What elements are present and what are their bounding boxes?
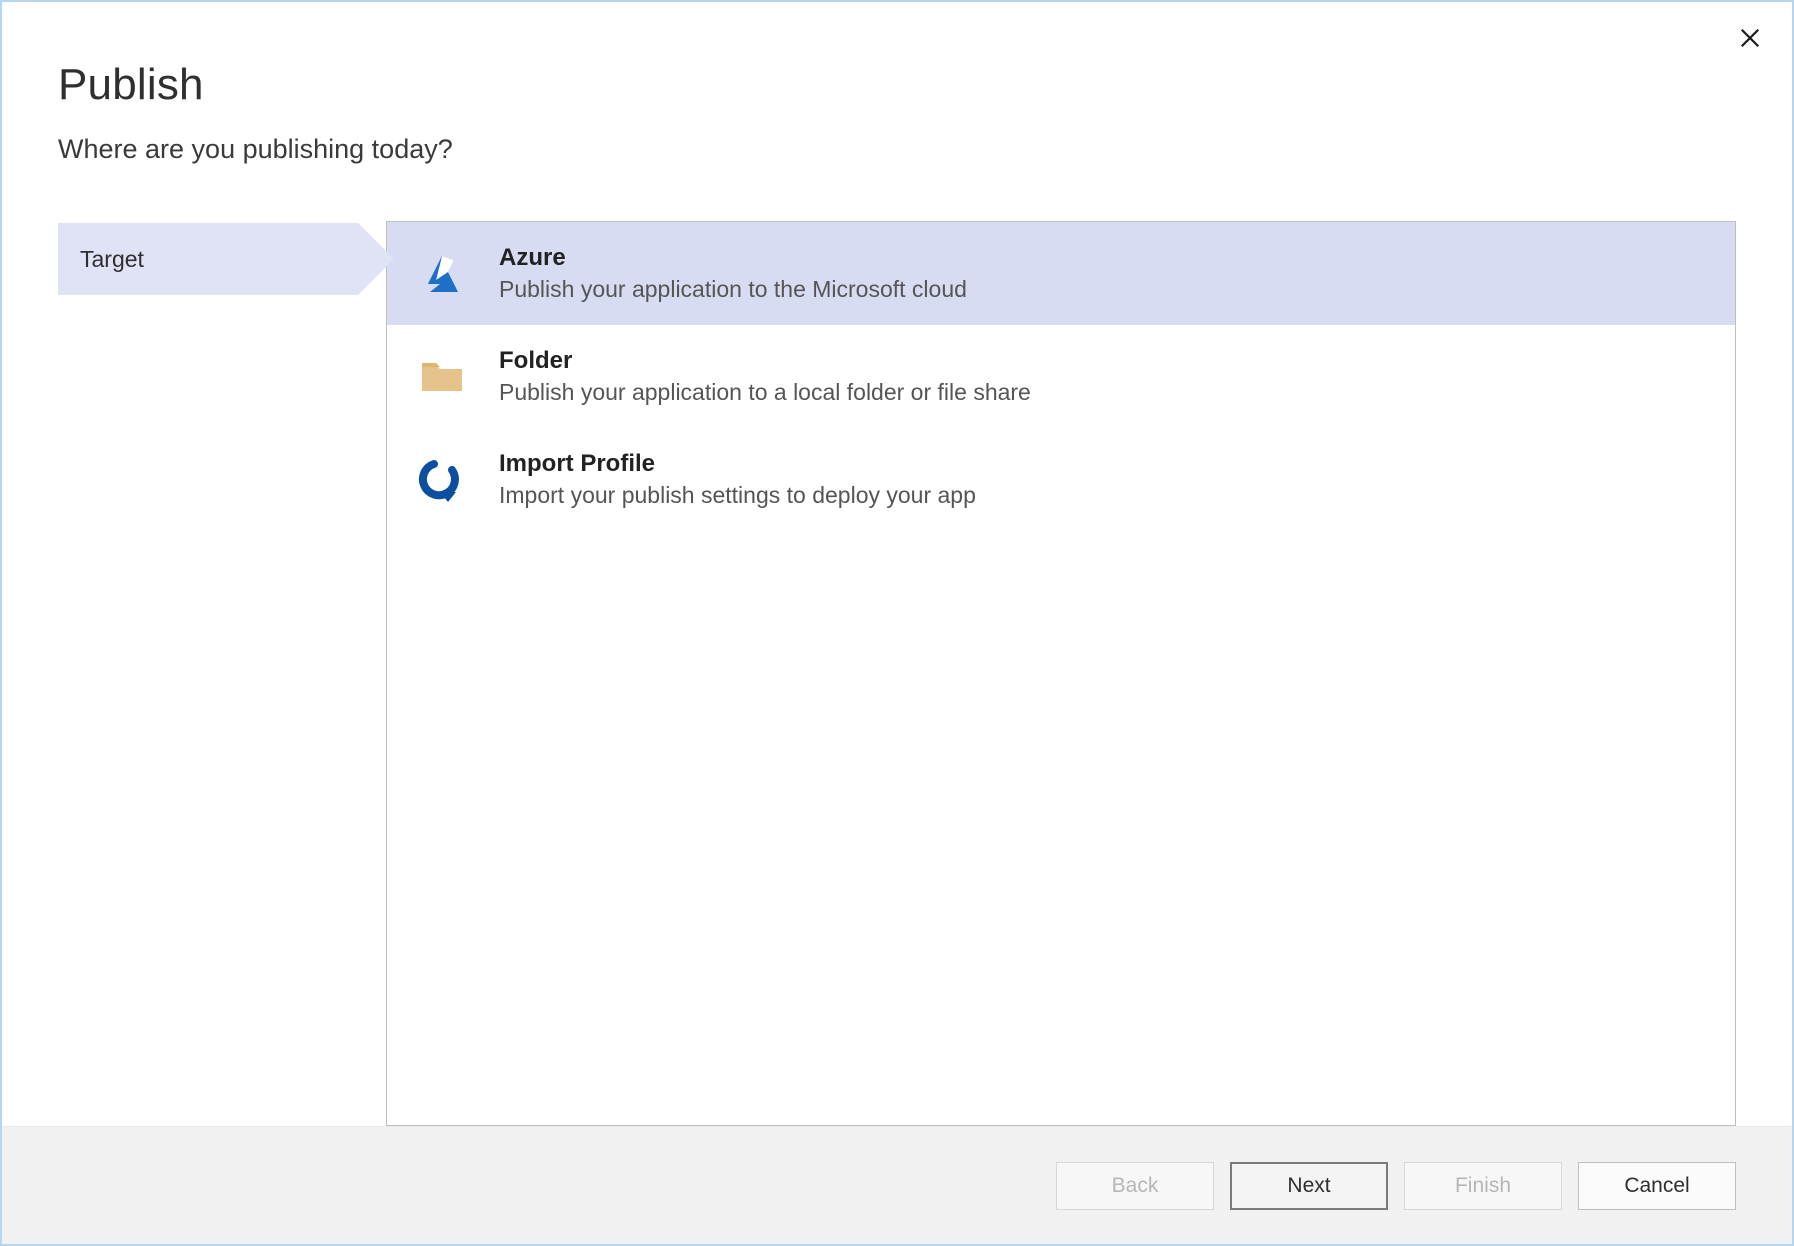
option-folder[interactable]: Folder Publish your application to a loc…	[387, 325, 1735, 428]
option-text: Import Profile Import your publish setti…	[499, 450, 976, 509]
back-button[interactable]: Back	[1056, 1162, 1214, 1210]
button-label: Next	[1287, 1174, 1330, 1198]
close-button[interactable]	[1732, 20, 1768, 56]
wizard-steps: Target	[58, 221, 386, 1126]
azure-icon	[413, 245, 471, 303]
option-text: Folder Publish your application to a loc…	[499, 347, 1031, 406]
option-azure[interactable]: Azure Publish your application to the Mi…	[387, 222, 1735, 325]
page-subtitle: Where are you publishing today?	[58, 134, 1736, 165]
option-import-profile[interactable]: Import Profile Import your publish setti…	[387, 428, 1735, 531]
button-label: Back	[1112, 1174, 1159, 1198]
step-target[interactable]: Target	[58, 223, 358, 295]
option-desc: Publish your application to the Microsof…	[499, 276, 967, 303]
option-title: Folder	[499, 347, 1031, 375]
dialog-footer: Back Next Finish Cancel	[2, 1126, 1792, 1244]
option-desc: Publish your application to a local fold…	[499, 379, 1031, 406]
folder-icon	[413, 348, 471, 406]
button-label: Cancel	[1624, 1174, 1689, 1198]
import-icon	[413, 451, 471, 509]
dialog-header: Publish Where are you publishing today?	[2, 2, 1792, 165]
publish-dialog: Publish Where are you publishing today? …	[0, 0, 1794, 1246]
next-button[interactable]: Next	[1230, 1162, 1388, 1210]
option-title: Azure	[499, 244, 967, 272]
option-desc: Import your publish settings to deploy y…	[499, 482, 976, 509]
close-icon	[1739, 27, 1761, 49]
option-title: Import Profile	[499, 450, 976, 478]
page-title: Publish	[58, 60, 1736, 110]
dialog-body: Target Azure Publish your application to…	[2, 165, 1792, 1126]
cancel-button[interactable]: Cancel	[1578, 1162, 1736, 1210]
option-text: Azure Publish your application to the Mi…	[499, 244, 967, 303]
finish-button[interactable]: Finish	[1404, 1162, 1562, 1210]
button-label: Finish	[1455, 1174, 1511, 1198]
target-options-panel: Azure Publish your application to the Mi…	[386, 221, 1736, 1126]
step-label: Target	[80, 246, 144, 273]
